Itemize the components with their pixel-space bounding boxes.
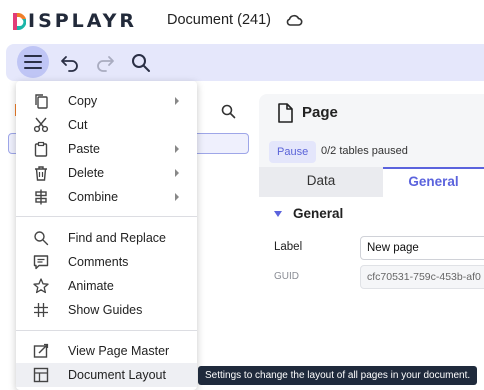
- menu-item-cut[interactable]: Cut: [16, 113, 197, 137]
- menu-item-comments[interactable]: Comments: [16, 250, 197, 274]
- collapse-caret-icon[interactable]: [274, 211, 282, 217]
- star-icon: [33, 278, 49, 294]
- redo-icon: [97, 56, 114, 72]
- menu-item-paste[interactable]: Paste: [16, 137, 197, 161]
- logo-text: ISPLAYR: [28, 10, 138, 32]
- tooltip: Settings to change the layout of all pag…: [198, 366, 478, 385]
- search-button[interactable]: [126, 48, 156, 78]
- general-section: General Label New page GUID cfc70531-759…: [259, 197, 484, 390]
- top-bar: ISPLAYR Document (241): [0, 0, 484, 42]
- pages-search-icon[interactable]: [221, 104, 236, 119]
- scissors-icon: [33, 117, 49, 133]
- main-menu: Copy Cut Paste Delete Combine Find and R…: [16, 81, 197, 390]
- tab-data[interactable]: Data: [259, 167, 383, 197]
- page-icon: [278, 103, 293, 123]
- menu-divider: [16, 330, 197, 331]
- cloud-icon[interactable]: [285, 12, 303, 28]
- inspector-header: Page Pause 0/2 tables paused: [259, 94, 484, 166]
- guid-field-caption: GUID: [274, 271, 299, 282]
- submenu-arrow-icon: [175, 193, 179, 201]
- redo-button[interactable]: [90, 48, 120, 78]
- pause-button[interactable]: Pause: [269, 141, 317, 163]
- label-input[interactable]: New page: [360, 236, 484, 260]
- comment-icon: [33, 255, 49, 270]
- menu-item-label: Delete: [68, 166, 105, 180]
- submenu-arrow-icon: [175, 169, 179, 177]
- page-master-icon: [33, 343, 49, 358]
- submenu-arrow-icon: [175, 145, 179, 153]
- object-inspector: Page Pause 0/2 tables paused Data Genera…: [259, 94, 484, 390]
- search-icon: [34, 231, 49, 246]
- guid-field: cfc70531-759c-453b-af0: [360, 265, 484, 289]
- menu-item-find-replace[interactable]: Find and Replace: [16, 226, 197, 250]
- menu-item-delete[interactable]: Delete: [16, 161, 197, 185]
- menu-item-animate[interactable]: Animate: [16, 274, 197, 298]
- menu-button[interactable]: [17, 46, 49, 78]
- menu-item-show-guides[interactable]: Show Guides: [16, 298, 197, 322]
- layout-icon: [33, 367, 49, 383]
- menu-item-copy[interactable]: Copy: [16, 89, 197, 113]
- document-title: Document (241): [167, 12, 271, 28]
- displayr-logo[interactable]: ISPLAYR: [13, 10, 137, 32]
- menu-item-label: Paste: [68, 142, 100, 156]
- menu-item-label: Animate: [68, 279, 114, 293]
- tab-general[interactable]: General: [383, 167, 484, 197]
- grid-icon: [34, 303, 48, 317]
- menu-item-document-layout[interactable]: Document Layout: [16, 363, 197, 387]
- inspector-title: Page: [302, 104, 338, 121]
- menu-item-combine[interactable]: Combine: [16, 185, 197, 209]
- undo-button[interactable]: [55, 48, 85, 78]
- menu-item-view-page-master[interactable]: View Page Master: [16, 339, 197, 363]
- section-title: General: [293, 206, 344, 221]
- menu-item-label: Comments: [68, 255, 129, 269]
- trash-icon: [35, 166, 47, 181]
- menu-item-label: Document Layout: [68, 368, 166, 382]
- menu-item-label: Find and Replace: [68, 231, 166, 245]
- logo-d-mark: [13, 12, 26, 30]
- paused-status: 0/2 tables paused: [321, 145, 408, 157]
- copy-icon: [35, 94, 48, 109]
- menu-item-label: Combine: [68, 190, 119, 204]
- menu-divider: [16, 216, 197, 217]
- menu-item-label: View Page Master: [68, 344, 170, 358]
- menu-item-label: Show Guides: [68, 303, 143, 317]
- search-icon: [132, 54, 150, 72]
- label-field-caption: Label: [274, 241, 303, 253]
- menu-item-label: Cut: [68, 118, 88, 132]
- undo-icon: [61, 56, 78, 72]
- menu-item-label: Copy: [68, 94, 98, 108]
- menu-icon: [24, 55, 42, 69]
- combine-icon: [35, 189, 47, 205]
- clipboard-icon: [34, 141, 48, 157]
- submenu-arrow-icon: [175, 97, 179, 105]
- toolbar: [6, 44, 484, 81]
